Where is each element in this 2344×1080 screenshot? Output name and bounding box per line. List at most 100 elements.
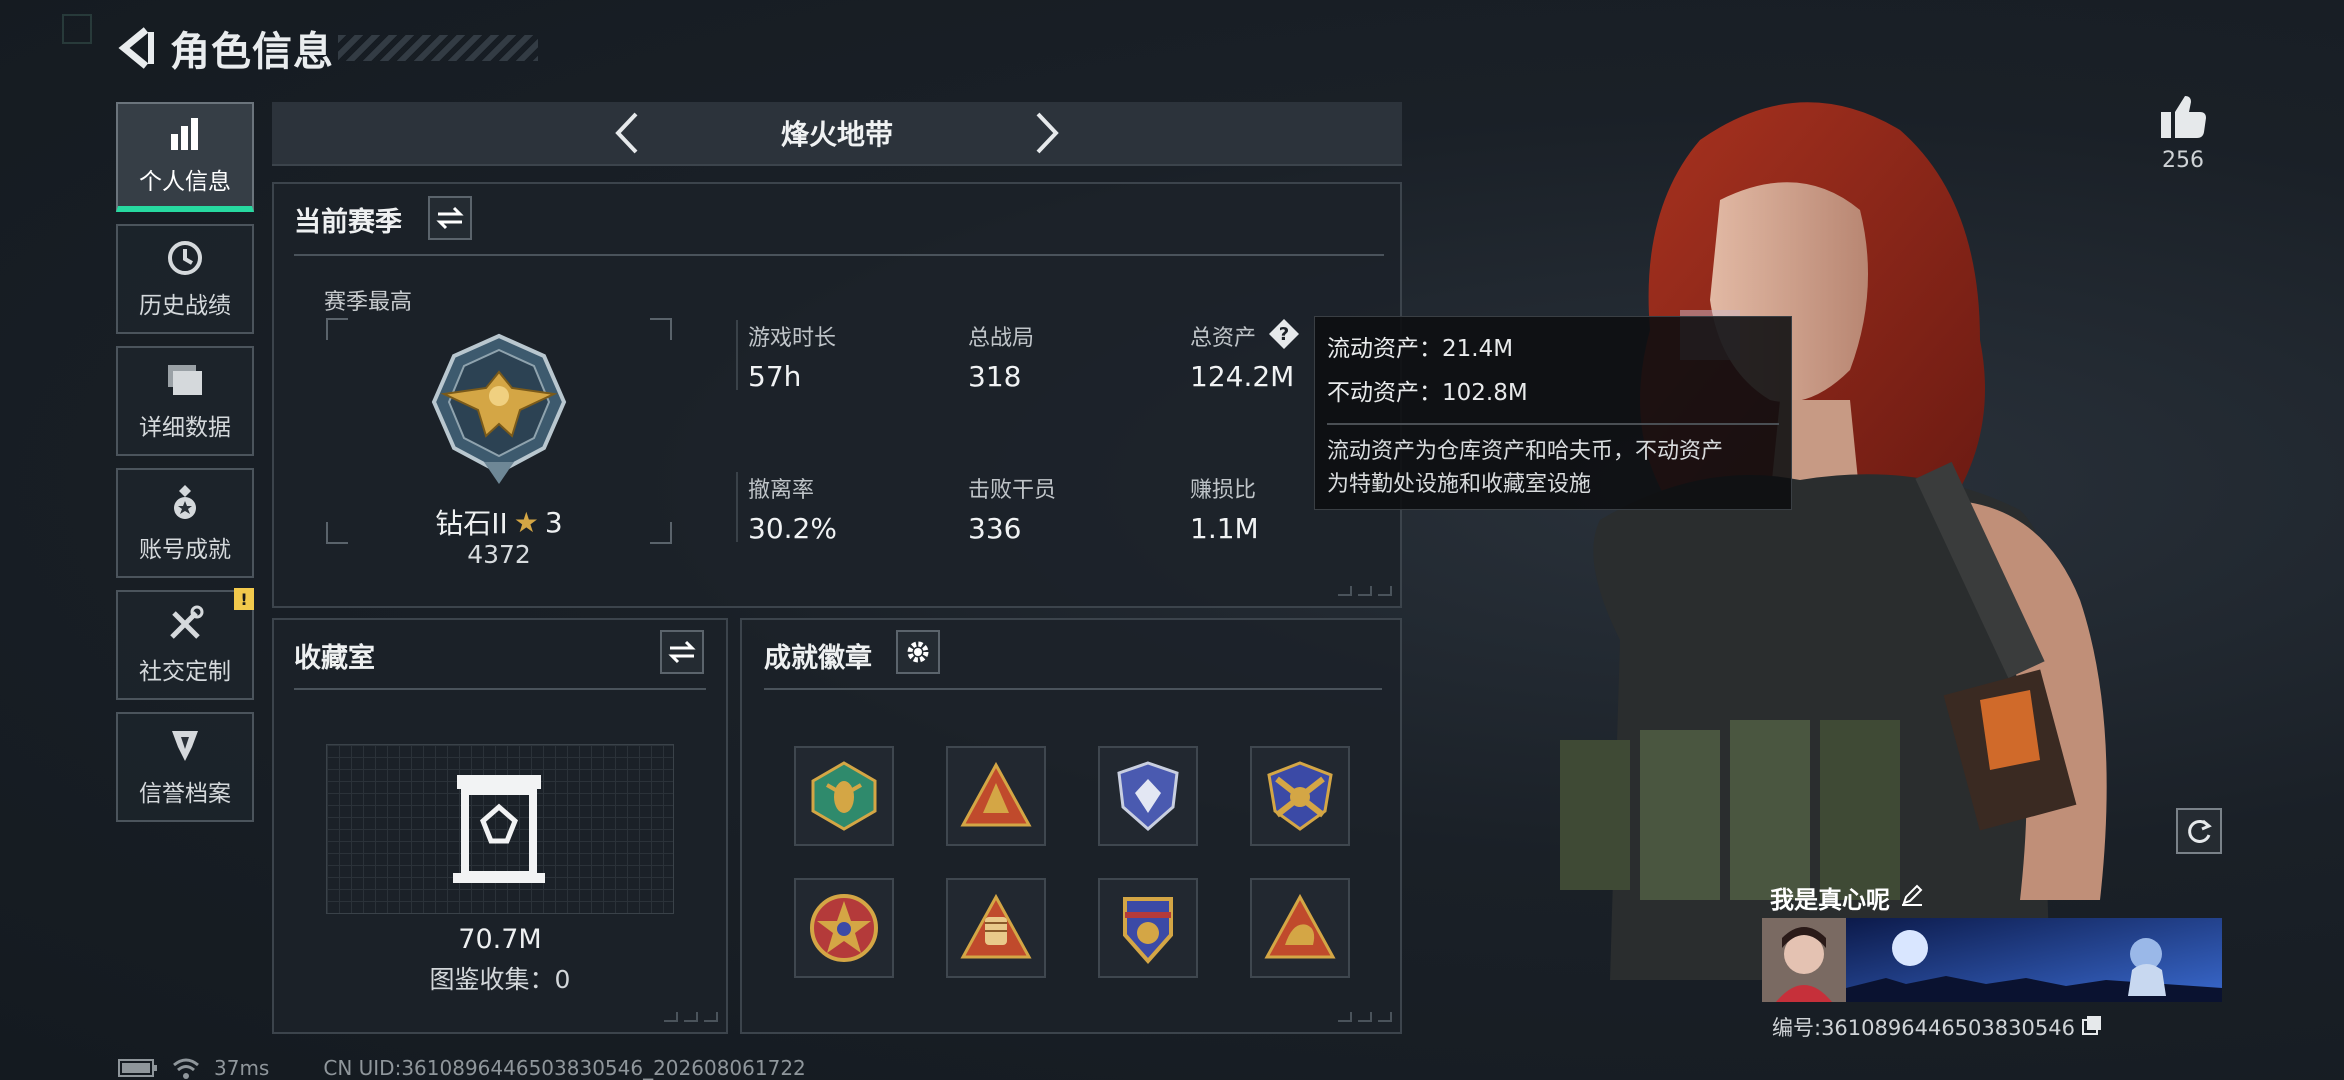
achievement-badge[interactable] (946, 746, 1046, 846)
achievements-title: 成就徽章 (764, 643, 872, 674)
achievement-badge[interactable] (1098, 878, 1198, 978)
like-block: 256 (2150, 94, 2216, 173)
avatar (1762, 918, 1846, 1002)
achievement-badge[interactable] (794, 746, 894, 846)
player-name-row: 我是真心呢 (1770, 880, 1924, 915)
alert-badge: ! (234, 588, 254, 610)
nav-label: 账号成就 (139, 537, 231, 563)
question-icon: ? (1269, 319, 1299, 349)
edit-name-button[interactable] (1900, 883, 1924, 913)
collection-switch-button[interactable] (660, 630, 704, 674)
player-name: 我是真心呢 (1770, 886, 1890, 914)
nav-label: 详细数据 (139, 415, 231, 441)
achievement-badge[interactable] (1098, 746, 1198, 846)
stat-label: 赚损比 (1190, 478, 1257, 503)
nav-detailed-data[interactable]: 详细数据 (116, 346, 254, 456)
collection-preview[interactable] (326, 744, 674, 914)
shield-eagle-badge-icon (1123, 897, 1173, 965)
nav-match-history[interactable]: 历史战绩 (116, 224, 254, 334)
season-title: 当前赛季 (294, 207, 402, 238)
mode-switcher: 烽火地带 (272, 102, 1402, 166)
season-switch-button[interactable] (428, 196, 472, 240)
swap-icon (436, 206, 464, 230)
chevron-left-icon (615, 112, 638, 154)
stat-value: 30.2% (748, 512, 837, 545)
rank-name: 钻石II (435, 507, 508, 540)
achievement-badge[interactable] (794, 878, 894, 978)
namecard-banner[interactable] (1762, 918, 2222, 1002)
nav-credit-record[interactable]: 信誉档案 (116, 712, 254, 822)
copy-icon (2081, 1015, 2101, 1035)
crossed-rifles-badge-icon (1267, 761, 1333, 831)
folder-icon (165, 360, 205, 400)
shield-crystal-badge-icon (1117, 761, 1179, 831)
refresh-icon (2188, 819, 2212, 843)
hand-triangle-badge-icon (1264, 893, 1336, 959)
history-clock-icon (165, 238, 205, 278)
rank-score: 4372 (467, 540, 531, 569)
asset-tooltip: 流动资产：21.4M 不动资产：102.8M 流动资产为仓库资产和哈夫币，不动资… (1314, 316, 1792, 510)
nav-personal-info[interactable]: 个人信息 (116, 102, 254, 212)
rank-stars: 3 (544, 505, 563, 539)
stat-label: 击败干员 (968, 478, 1057, 503)
stat-value: 318 (968, 360, 1022, 393)
uid-text: CN UID:3610896446503830546_202608061722 (323, 1056, 806, 1080)
ping-value: 37ms (214, 1056, 270, 1080)
rotate-model-button[interactable] (2176, 808, 2222, 854)
back-arrow-icon (118, 27, 154, 69)
thumbs-up-icon (2161, 96, 2206, 138)
star-medal-badge-icon (810, 894, 878, 962)
wifi-icon (173, 1058, 199, 1079)
nav-social-custom[interactable]: ! 社交定制 (116, 588, 254, 700)
achievement-badge[interactable] (1250, 878, 1350, 978)
like-count: 256 (2162, 148, 2204, 173)
prev-mode-button[interactable] (597, 103, 657, 163)
nav-label: 个人信息 (139, 169, 231, 195)
collection-count: 图鉴收集：0 (429, 965, 571, 994)
tooltip-desc-line1: 流动资产为仓库资产和哈夫币，不动资产 (1327, 439, 1724, 464)
player-id-row: 编号:3610896446503830546 (1772, 1012, 2103, 1042)
collection-value: 70.7M (458, 924, 542, 955)
back-button[interactable] (110, 18, 162, 78)
copy-id-button[interactable] (2081, 1014, 2103, 1041)
tooltip-fixed-assets: 不动资产：102.8M (1327, 380, 1528, 406)
stat-label: 总战局 (968, 326, 1035, 351)
page-title: 角色信息 (170, 29, 334, 75)
pencil-icon (1902, 884, 1923, 906)
display-case-icon (453, 775, 545, 883)
stat-label: 总资产 (1190, 326, 1257, 351)
corner-decoration (658, 1012, 718, 1024)
nav-label: 社交定制 (139, 659, 231, 685)
svg-text:?: ? (1279, 324, 1289, 345)
achievement-badge[interactable] (1250, 746, 1350, 846)
achievements-settings-button[interactable] (896, 630, 940, 674)
player-id: 编号:3610896446503830546 (1772, 1016, 2075, 1040)
like-button[interactable] (2150, 94, 2216, 140)
rank-name-row: 钻石II ★ 3 (326, 502, 672, 542)
tooltip-desc-line2: 为特勤处设施和收藏室设施 (1327, 472, 1592, 497)
shield-emblem-icon (165, 726, 205, 766)
medal-icon (165, 482, 205, 522)
fist-badge-icon (960, 893, 1032, 959)
stat-value: 124.2M (1190, 360, 1295, 393)
achievement-badge[interactable] (946, 878, 1046, 978)
season-best-label: 赛季最高 (324, 290, 413, 315)
nav-label: 信誉档案 (139, 781, 231, 807)
chevron-right-icon (1036, 112, 1059, 154)
star-icon: ★ (513, 505, 539, 539)
stat-label: 游戏时长 (748, 326, 837, 351)
next-mode-button[interactable] (1017, 103, 1077, 163)
collection-title: 收藏室 (294, 643, 375, 674)
panel-divider (294, 254, 1384, 256)
diamond-rank-emblem-icon (431, 333, 567, 484)
nav-achievements[interactable]: 账号成就 (116, 468, 254, 578)
mode-name: 烽火地带 (780, 118, 893, 151)
stat-value: 57h (748, 360, 802, 393)
panel-divider (764, 688, 1382, 690)
gear-icon (907, 641, 929, 663)
stat-divider (736, 472, 738, 542)
status-bar: 37ms CN UID:3610896446503830546_20260806… (118, 1056, 806, 1080)
swap-icon (668, 640, 696, 664)
asset-help-button[interactable]: ? (1268, 318, 1300, 350)
tooltip-liquid-assets: 流动资产：21.4M (1327, 336, 1514, 362)
